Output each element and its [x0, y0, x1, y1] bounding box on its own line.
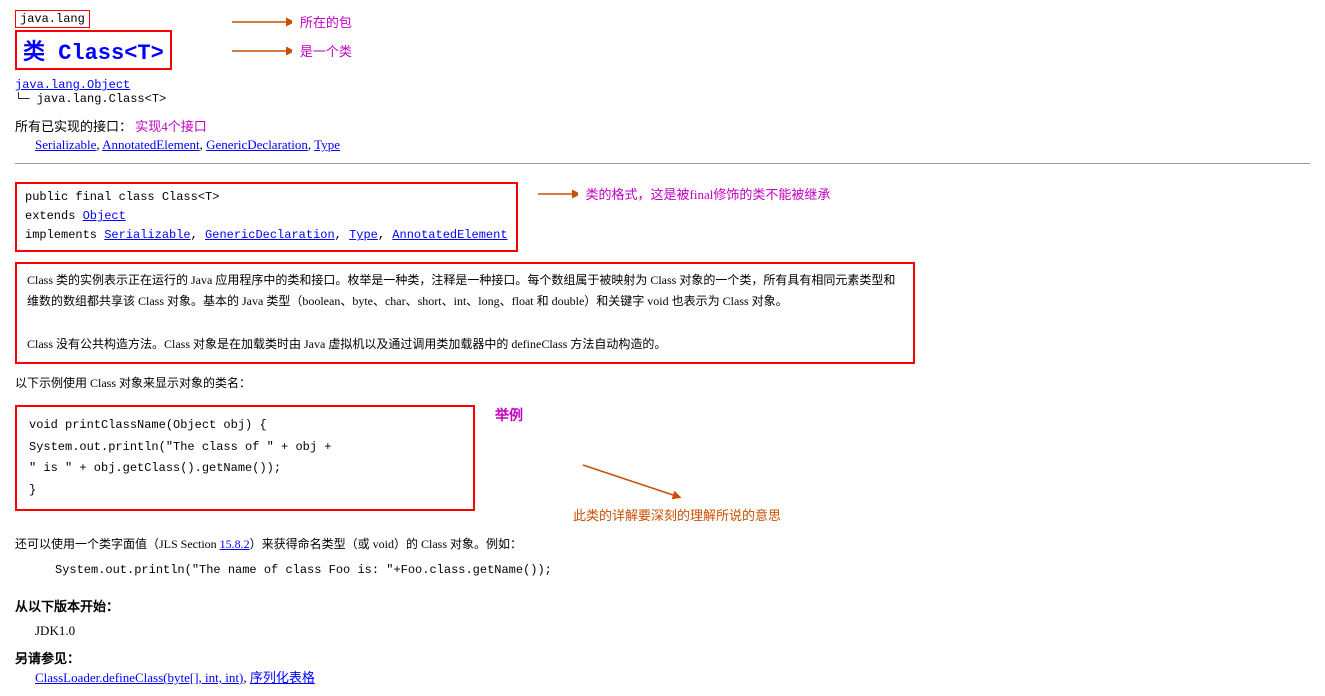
since-value: JDK1.0 [35, 619, 1310, 642]
divider [15, 163, 1310, 164]
extra-text2: ）来获得命名类型（或 void）的 Class 对象。例如： [250, 537, 522, 551]
see-also-link-classloader[interactable]: ClassLoader.defineClass(byte[], int, int… [35, 670, 243, 685]
extra-text1: 还可以使用一个类字面值（JLS Section [15, 537, 220, 551]
class-declaration-box: public final class Class<T> extends Obje… [15, 182, 518, 252]
declaration-section: public final class Class<T> extends Obje… [15, 174, 1310, 252]
see-also-section: 另请参见： ClassLoader.defineClass(byte[], in… [15, 648, 1310, 686]
see-also-label: 另请参见： [15, 651, 80, 666]
example-code-line3: " is " + obj.getClass().getName()); [29, 458, 461, 480]
class-arrow-icon [232, 43, 292, 59]
class-annotation: 是一个类 [300, 41, 352, 60]
decl-serializable-link[interactable]: Serializable [104, 228, 190, 242]
interfaces-count: 实现4个接口 [135, 119, 207, 134]
see-also-link-serialization[interactable]: 序列化表格 [250, 670, 315, 685]
interfaces-section: 所有已实现的接口： 实现4个接口 Serializable, Annotated… [15, 116, 1310, 153]
declaration-annotation: 类的格式，这是被final修饰的类不能被继承 [586, 184, 831, 203]
interfaces-links: Serializable, AnnotatedElement, GenericD… [35, 137, 1310, 153]
since-label: 从以下版本开始： [15, 599, 119, 614]
description-para2: Class 没有公共构造方法。Class 对象是在加载类时由 Java 虚拟机以… [27, 334, 903, 356]
example-code-line1: void printClassName(Object obj) { [29, 415, 461, 437]
since-section: 从以下版本开始： JDK1.0 [15, 595, 1310, 642]
interface-link-type[interactable]: Type [314, 137, 340, 152]
decl-genericdeclaration-link[interactable]: GenericDeclaration [205, 228, 335, 242]
hierarchy-child: └─ java.lang.Class<T> [15, 92, 1310, 106]
package-arrow-icon [232, 14, 292, 30]
description-box: Class 类的实例表示正在运行的 Java 应用程序中的类和接口。枚举是一种类… [15, 262, 915, 364]
package-label: java.lang [15, 10, 172, 28]
declaration-line3: implements Serializable, GenericDeclarat… [25, 226, 508, 245]
extra-link[interactable]: 15.8.2 [220, 537, 250, 551]
class-hierarchy: java.lang.Object └─ java.lang.Class<T> [15, 78, 1310, 106]
example-code-box: void printClassName(Object obj) { System… [15, 405, 475, 511]
extra-text-section: 还可以使用一个类字面值（JLS Section 15.8.2）来获得命名类型（或… [15, 534, 1310, 581]
class-title: 类 Class<T> [15, 28, 172, 70]
interfaces-label: 所有已实现的接口： [15, 119, 132, 134]
example-code-line4: } [29, 480, 461, 502]
example-annotation: 此类的详解要深刻的理解所说的意思 [573, 505, 781, 524]
interface-link-genericdeclaration[interactable]: GenericDeclaration [206, 137, 308, 152]
example-intro: 以下示例使用 Class 对象来显示对象的类名： [15, 374, 1310, 391]
object-link[interactable]: Object [83, 209, 126, 223]
decl-annotatedelement-link[interactable]: AnnotatedElement [392, 228, 507, 242]
interface-link-annotatedelement[interactable]: AnnotatedElement [102, 137, 199, 152]
example-label: 举例 [495, 405, 523, 425]
example-arrow-icon [573, 455, 693, 505]
extra-code: System.out.println("The name of class Fo… [55, 560, 1310, 582]
package-annotation: 所在的包 [300, 12, 352, 31]
declaration-line2: extends Object [25, 207, 508, 226]
declaration-line1: public final class Class<T> [25, 188, 508, 207]
hierarchy-root-link[interactable]: java.lang.Object [15, 78, 130, 92]
interface-link-serializable[interactable]: Serializable [35, 137, 96, 152]
decl-type-link[interactable]: Type [349, 228, 378, 242]
example-section: 以下示例使用 Class 对象来显示对象的类名： void printClass… [15, 374, 1310, 524]
example-code-line2: System.out.println("The class of " + obj… [29, 437, 461, 459]
description-para1: Class 类的实例表示正在运行的 Java 应用程序中的类和接口。枚举是一种类… [27, 270, 903, 313]
declaration-arrow-icon [538, 186, 578, 202]
